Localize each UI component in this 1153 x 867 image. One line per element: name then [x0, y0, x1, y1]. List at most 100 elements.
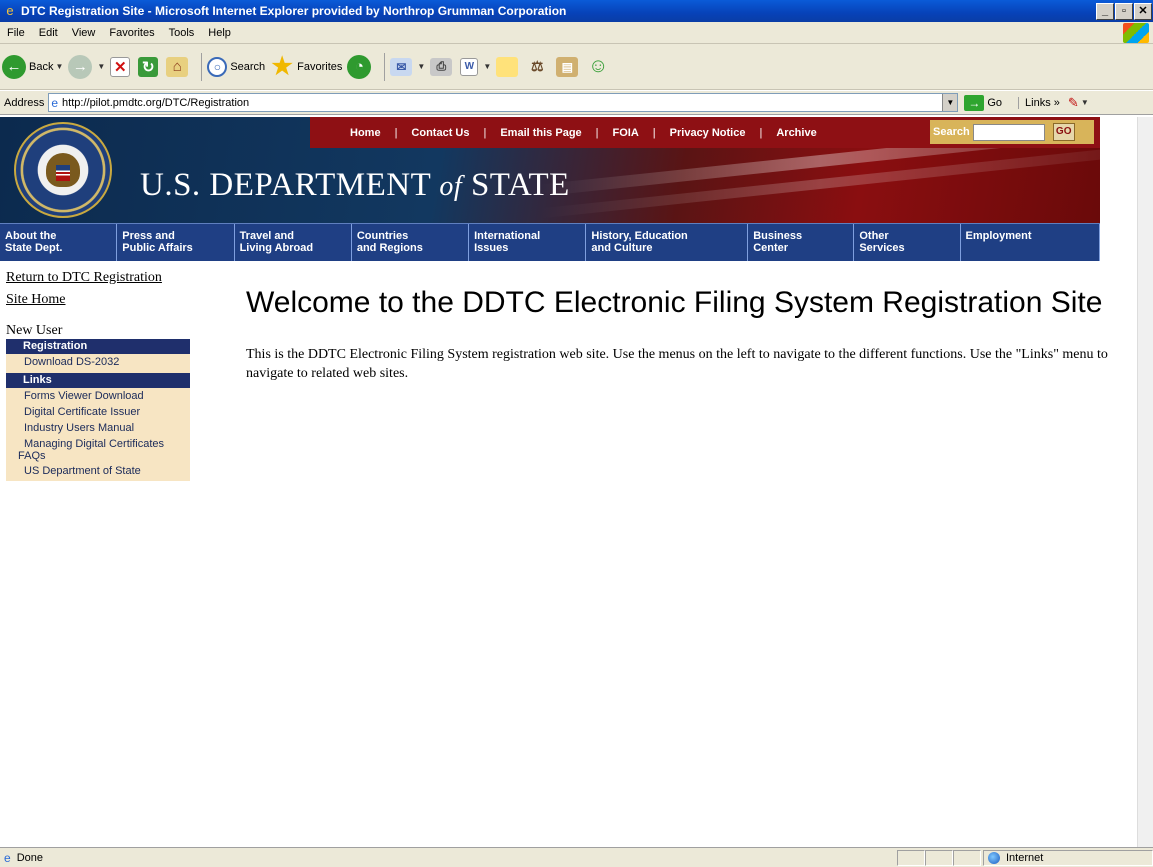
chevron-down-icon: ▼ — [483, 62, 492, 71]
chevron-down-icon: ▼ — [97, 62, 106, 71]
menu-help[interactable]: Help — [201, 27, 238, 39]
media-button[interactable]: ▤ — [556, 56, 581, 77]
utility-home-link[interactable]: Home — [350, 127, 381, 139]
left-nav: Return to DTC Registration Site Home New … — [0, 267, 196, 481]
utility-foia-link[interactable]: FOIA — [613, 127, 639, 139]
download-ds2032-link[interactable]: Download DS-2032 — [6, 354, 190, 370]
refresh-button[interactable]: ↻ — [138, 56, 161, 77]
address-input[interactable]: e http://pilot.pmdtc.org/DTC/Registratio… — [48, 93, 959, 112]
toolbar-separator — [384, 52, 386, 81]
messenger-icon: ☺ — [588, 55, 609, 77]
back-button[interactable]: ← Back ▼ — [2, 54, 63, 79]
return-home-link-line2: Site Home — [6, 292, 66, 307]
stop-icon: ✕ — [110, 56, 131, 77]
go-arrow-icon: → — [964, 94, 985, 111]
site-title-part1: U.S. DEPARTMENT — [140, 167, 440, 203]
page-done-icon: e — [4, 850, 11, 865]
industry-manual-link[interactable]: Industry Users Manual — [6, 420, 190, 436]
utility-email-link[interactable]: Email this Page — [500, 127, 581, 139]
print-button[interactable]: ⎙ — [430, 57, 455, 76]
acrobat-icon[interactable]: ✎ — [1068, 95, 1079, 111]
page-heading: Welcome to the DDTC Electronic Filing Sy… — [246, 286, 1103, 319]
ie-icon: e — [6, 3, 14, 18]
forward-arrow-icon: → — [68, 54, 93, 79]
edit-button[interactable]: W ▼ — [460, 57, 492, 76]
utility-archive-link[interactable]: Archive — [776, 127, 816, 139]
certificates-faq-link[interactable]: Managing Digital Certificates FAQs — [6, 436, 190, 463]
messenger-button[interactable]: ☺ — [586, 55, 613, 79]
nav-other[interactable]: Other Services — [854, 224, 961, 261]
discuss-button[interactable] — [496, 56, 521, 77]
utility-privacy-link[interactable]: Privacy Notice — [670, 127, 746, 139]
status-bar: e Done Internet — [0, 847, 1153, 867]
chevron-down-icon[interactable]: ▼ — [1081, 98, 1089, 107]
links-toolbar[interactable]: Links » — [1018, 96, 1060, 109]
forms-viewer-link[interactable]: Forms Viewer Download — [6, 388, 190, 404]
menu-tools[interactable]: Tools — [162, 27, 202, 39]
back-arrow-icon: ← — [2, 54, 26, 79]
media-icon: ▤ — [556, 56, 579, 77]
return-home-link[interactable]: Return to DTC Registration Site Home — [0, 267, 196, 311]
intro-text: This is the DDTC Electronic Filing Syste… — [246, 347, 1108, 381]
mail-button[interactable]: ✉ ▼ — [390, 57, 425, 76]
utility-contact-link[interactable]: Contact Us — [411, 127, 469, 139]
forward-button[interactable]: → ▼ — [68, 54, 106, 79]
address-dropdown-icon[interactable]: ▼ — [942, 94, 958, 111]
research-icon: ⚖ — [530, 58, 544, 74]
search-button[interactable]: ○ Search — [207, 56, 266, 77]
nav-about[interactable]: About the State Dept. — [0, 224, 118, 261]
home-button[interactable]: ⌂ — [166, 56, 191, 77]
research-button[interactable]: ⚖ — [526, 57, 551, 77]
window-titlebar: e DTC Registration Site - Microsoft Inte… — [0, 0, 1153, 22]
refresh-icon: ↻ — [138, 56, 159, 77]
minimize-button[interactable]: _ — [1096, 2, 1114, 20]
section-new-user: New User — [6, 323, 63, 338]
site-title: U.S. DEPARTMENT of STATE — [140, 167, 570, 204]
department-seal-logo[interactable] — [14, 122, 112, 218]
main-nav: About the State Dept. Press and Public A… — [0, 223, 1101, 261]
standard-toolbar: ← Back ▼ → ▼ ✕ ↻ ⌂ ○ Search ★ Favorites … — [0, 44, 1153, 90]
nav-countries[interactable]: Countries and Regions — [352, 224, 470, 261]
us-state-dept-link[interactable]: US Department of State — [6, 463, 190, 481]
history-button[interactable]: ◔ — [347, 54, 374, 79]
vertical-scrollbar[interactable] — [1137, 117, 1153, 847]
stop-button[interactable]: ✕ — [110, 56, 133, 77]
nav-travel[interactable]: Travel and Living Abroad — [235, 224, 352, 261]
windows-logo-icon — [1123, 23, 1149, 43]
address-label: Address — [4, 96, 45, 109]
maximize-button[interactable]: ▫ — [1115, 2, 1133, 20]
nav-employment[interactable]: Employment — [961, 224, 1101, 261]
site-title-part2: STATE — [462, 167, 570, 203]
nav-business[interactable]: Business Center — [748, 224, 855, 261]
digital-certificate-link[interactable]: Digital Certificate Issuer — [6, 404, 190, 420]
nav-divider: | — [652, 126, 656, 139]
favorites-star-icon: ★ — [271, 53, 293, 80]
links-header: Links — [6, 373, 190, 388]
mail-icon: ✉ — [390, 57, 413, 76]
page-icon: e — [51, 95, 59, 110]
menu-favorites[interactable]: Favorites — [102, 27, 161, 39]
menu-file[interactable]: File — [0, 27, 32, 39]
header-search: Search GO — [930, 120, 1094, 144]
utility-nav: Home | Contact Us | Email this Page | FO… — [310, 117, 1100, 148]
globe-icon — [988, 851, 1000, 864]
go-label: Go — [987, 96, 1003, 109]
print-icon: ⎙ — [430, 57, 453, 76]
search-label: Search — [230, 60, 266, 73]
word-doc-icon: W — [460, 57, 479, 76]
security-zone: Internet — [983, 849, 1153, 866]
header-search-go-button[interactable]: GO — [1052, 123, 1075, 141]
page-viewport: U.S. DEPARTMENT of STATE Home | Contact … — [0, 117, 1137, 847]
nav-international[interactable]: International Issues — [469, 224, 587, 261]
favorites-button[interactable]: ★ Favorites — [270, 53, 342, 80]
nav-press[interactable]: Press and Public Affairs — [117, 224, 235, 261]
menu-edit[interactable]: Edit — [32, 27, 65, 39]
registration-header: Registration — [6, 339, 190, 354]
go-button[interactable]: → Go — [964, 94, 1003, 111]
header-search-label: Search — [933, 126, 970, 138]
close-button[interactable]: ✕ — [1134, 2, 1152, 20]
header-search-input[interactable] — [972, 123, 1045, 141]
menu-view[interactable]: View — [65, 27, 103, 39]
toolbar-separator — [201, 52, 203, 81]
nav-history[interactable]: History, Education and Culture — [586, 224, 749, 261]
